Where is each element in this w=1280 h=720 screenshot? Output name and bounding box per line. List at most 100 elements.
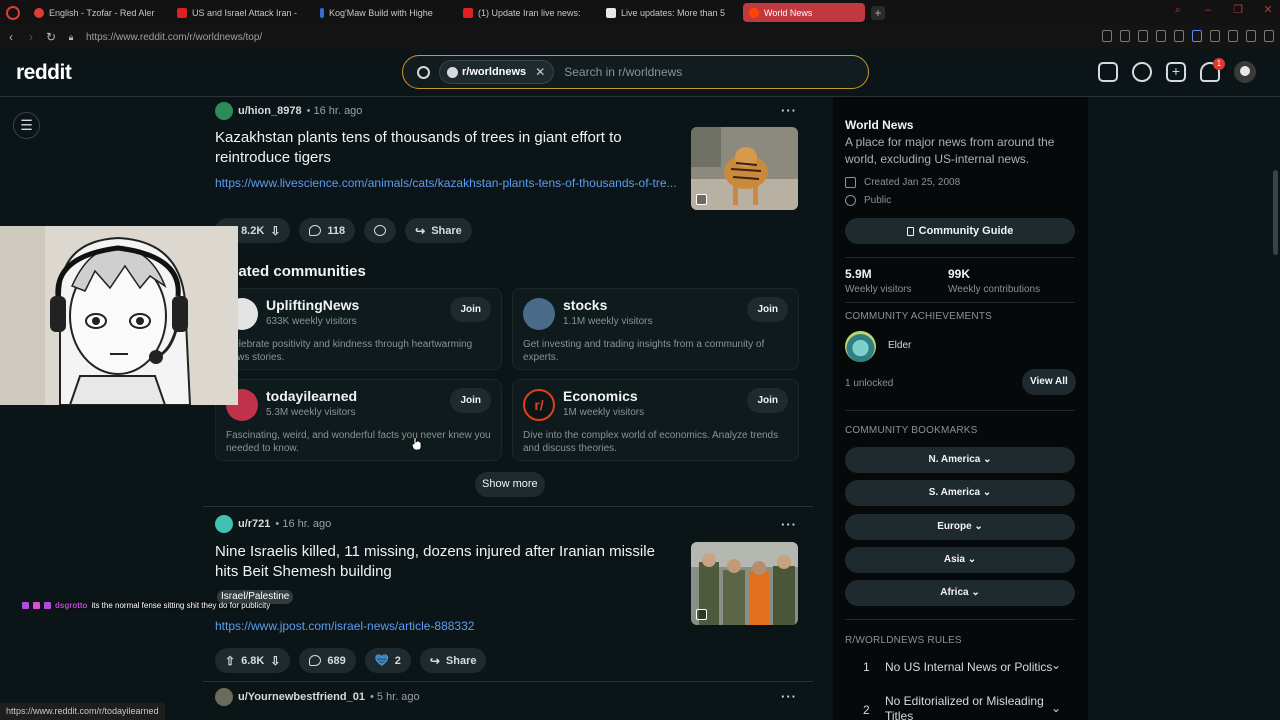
extension-icon[interactable] bbox=[1192, 30, 1202, 42]
browser-tab-5[interactable]: Live updates: More than 5 bbox=[600, 3, 740, 22]
rule-text: No US Internal News or Politics bbox=[885, 660, 1053, 674]
post-title[interactable]: Nine Israelis killed, 11 missing, dozens… bbox=[215, 542, 675, 582]
post-link[interactable]: https://www.livescience.com/animals/cats… bbox=[215, 176, 685, 190]
browser-tab-4[interactable]: (1) Update Iran live news: bbox=[457, 3, 597, 22]
back-icon[interactable]: ‹ bbox=[2, 28, 20, 46]
visibility-row: Public bbox=[845, 195, 891, 206]
divider bbox=[845, 257, 1075, 258]
minimize-icon[interactable]: – bbox=[1202, 4, 1214, 16]
subreddit-chip[interactable]: r/worldnews ✕ bbox=[439, 60, 555, 84]
more-options-icon[interactable]: ··· bbox=[781, 517, 797, 532]
browser-tab-active[interactable]: World News bbox=[743, 3, 865, 22]
browser-tab-bar: English - Tzofar - Red Aler US and Israe… bbox=[0, 0, 1280, 25]
scrollbar-thumb[interactable] bbox=[1273, 170, 1278, 255]
browser-tab-2[interactable]: US and Israel Attack Iran - bbox=[171, 3, 311, 22]
snapshot-icon[interactable] bbox=[1120, 30, 1130, 42]
join-button[interactable]: Join bbox=[747, 297, 788, 322]
bookmark-button[interactable]: S. America ⌄ bbox=[845, 480, 1075, 506]
elder-badge-icon[interactable] bbox=[845, 331, 876, 362]
downvote-icon[interactable]: ⇩ bbox=[270, 224, 280, 238]
chat-icon[interactable] bbox=[1132, 62, 1152, 82]
chevron-down-icon: ⌄ bbox=[971, 587, 980, 598]
youtube-icon bbox=[177, 7, 187, 18]
award-button[interactable]: 💙︎ 2 bbox=[364, 648, 411, 673]
comments-button[interactable]: 118 bbox=[299, 218, 356, 243]
page-scrollbar[interactable] bbox=[1271, 97, 1280, 720]
community-name[interactable]: UpliftingNews bbox=[266, 297, 359, 313]
close-icon[interactable]: ✕ bbox=[1262, 4, 1274, 16]
award-button[interactable] bbox=[364, 218, 397, 243]
streamer-avatar-image bbox=[0, 226, 238, 405]
join-button[interactable]: Join bbox=[747, 388, 788, 413]
chevron-down-icon: ⌄ bbox=[967, 554, 977, 565]
show-more-button[interactable]: Show more bbox=[475, 472, 545, 497]
zoom-icon[interactable] bbox=[1102, 30, 1112, 42]
search-input[interactable]: Search in r/worldnews bbox=[564, 65, 682, 79]
notifications-icon[interactable]: 1 bbox=[1200, 58, 1225, 82]
community-card[interactable]: todayilearned 5.3M weekly visitors Join … bbox=[215, 379, 502, 461]
profile-icon[interactable] bbox=[1228, 30, 1238, 42]
post-thumbnail[interactable] bbox=[691, 542, 798, 625]
share-button[interactable]: ↪ Share bbox=[419, 648, 487, 673]
adblock-icon[interactable] bbox=[1138, 30, 1148, 42]
maximize-icon[interactable]: ❐ bbox=[1232, 4, 1244, 16]
community-name[interactable]: todayilearned bbox=[266, 388, 357, 404]
bookmark-button[interactable]: N. America ⌄ bbox=[845, 447, 1075, 473]
community-card[interactable]: UpliftingNews 633K weekly visitors Join … bbox=[215, 288, 502, 370]
achievements-heading: COMMUNITY ACHIEVEMENTS bbox=[845, 311, 993, 322]
avatar[interactable] bbox=[215, 515, 233, 533]
post-author[interactable]: u/hion_8978 bbox=[238, 105, 302, 117]
avatar[interactable] bbox=[215, 102, 233, 120]
url-field[interactable]: https://www.reddit.com/r/worldnews/top/ bbox=[86, 32, 262, 43]
bookmark-button[interactable]: Africa ⌄ bbox=[845, 580, 1075, 606]
community-card[interactable]: r/ Economics 1M weekly visitors Join Div… bbox=[512, 379, 799, 461]
download-icon[interactable] bbox=[1246, 30, 1256, 42]
join-button[interactable]: Join bbox=[450, 297, 491, 322]
opera-logo-icon[interactable] bbox=[6, 5, 20, 20]
comments-button[interactable]: 689 bbox=[299, 648, 356, 673]
tab-label: US and Israel Attack Iran - bbox=[192, 7, 298, 18]
forward-icon[interactable]: › bbox=[22, 28, 40, 46]
heart-icon[interactable] bbox=[1174, 30, 1184, 42]
browser-tab-3[interactable]: Kog'Maw Build with Highe bbox=[314, 3, 454, 22]
advertise-icon[interactable] bbox=[1098, 62, 1118, 82]
user-avatar[interactable] bbox=[1234, 61, 1256, 83]
post-age: • 5 hr. ago bbox=[369, 691, 420, 703]
community-name[interactable]: Economics bbox=[563, 388, 638, 404]
avatar[interactable] bbox=[215, 688, 233, 706]
browser-toolbar-icons bbox=[1102, 30, 1274, 42]
bookmark-button[interactable]: Asia ⌄ bbox=[845, 547, 1075, 573]
post-title[interactable]: Kazakhstan plants tens of thousands of t… bbox=[215, 128, 675, 168]
join-button[interactable]: Join bbox=[450, 388, 491, 413]
share-button[interactable]: ↪ Share bbox=[405, 218, 472, 243]
search-bar[interactable]: r/worldnews ✕ Search in r/worldnews bbox=[402, 55, 869, 89]
community-guide-button[interactable]: Community Guide bbox=[845, 218, 1075, 244]
puzzle-icon[interactable] bbox=[1210, 30, 1220, 42]
rule-item[interactable]: 1 No US Internal News or Politics ⌄ bbox=[845, 653, 1075, 683]
chat-badge-icon bbox=[33, 602, 40, 609]
browser-tab-1[interactable]: English - Tzofar - Red Aler bbox=[28, 3, 168, 22]
play-icon[interactable] bbox=[1156, 30, 1166, 42]
visibility-label: Public bbox=[864, 195, 892, 206]
more-options-icon[interactable]: ··· bbox=[781, 103, 797, 118]
community-card[interactable]: stocks 1.1M weekly visitors Join Get inv… bbox=[512, 288, 799, 370]
community-name[interactable]: stocks bbox=[563, 297, 607, 313]
bookmark-button[interactable]: Europe ⌄ bbox=[845, 514, 1075, 540]
upvote-icon[interactable]: ⇧ bbox=[225, 654, 235, 668]
post-thumbnail[interactable] bbox=[691, 127, 798, 210]
menu-icon[interactable] bbox=[1264, 30, 1274, 42]
search-tabs-icon[interactable]: ⌕ bbox=[1172, 4, 1184, 16]
menu-icon[interactable]: ☰ bbox=[13, 112, 40, 139]
clear-chip-icon[interactable]: ✕ bbox=[535, 65, 545, 79]
downvote-icon[interactable]: ⇩ bbox=[270, 654, 280, 668]
create-post-icon[interactable]: + bbox=[1166, 62, 1186, 82]
post-link[interactable]: https://www.jpost.com/israel-news/articl… bbox=[215, 619, 685, 633]
view-all-button[interactable]: View All bbox=[1022, 369, 1076, 395]
post-author[interactable]: u/Yournewbestfriend_01 bbox=[238, 691, 365, 703]
reddit-logo[interactable]: reddit bbox=[16, 61, 72, 85]
new-tab-button[interactable]: + bbox=[871, 5, 885, 20]
more-options-icon[interactable]: ··· bbox=[781, 689, 797, 704]
rule-item[interactable]: 2 No Editorialized or Misleading Titles … bbox=[845, 687, 1075, 720]
reload-icon[interactable]: ↻ bbox=[42, 28, 60, 46]
post-author[interactable]: u/r721 bbox=[238, 518, 270, 530]
